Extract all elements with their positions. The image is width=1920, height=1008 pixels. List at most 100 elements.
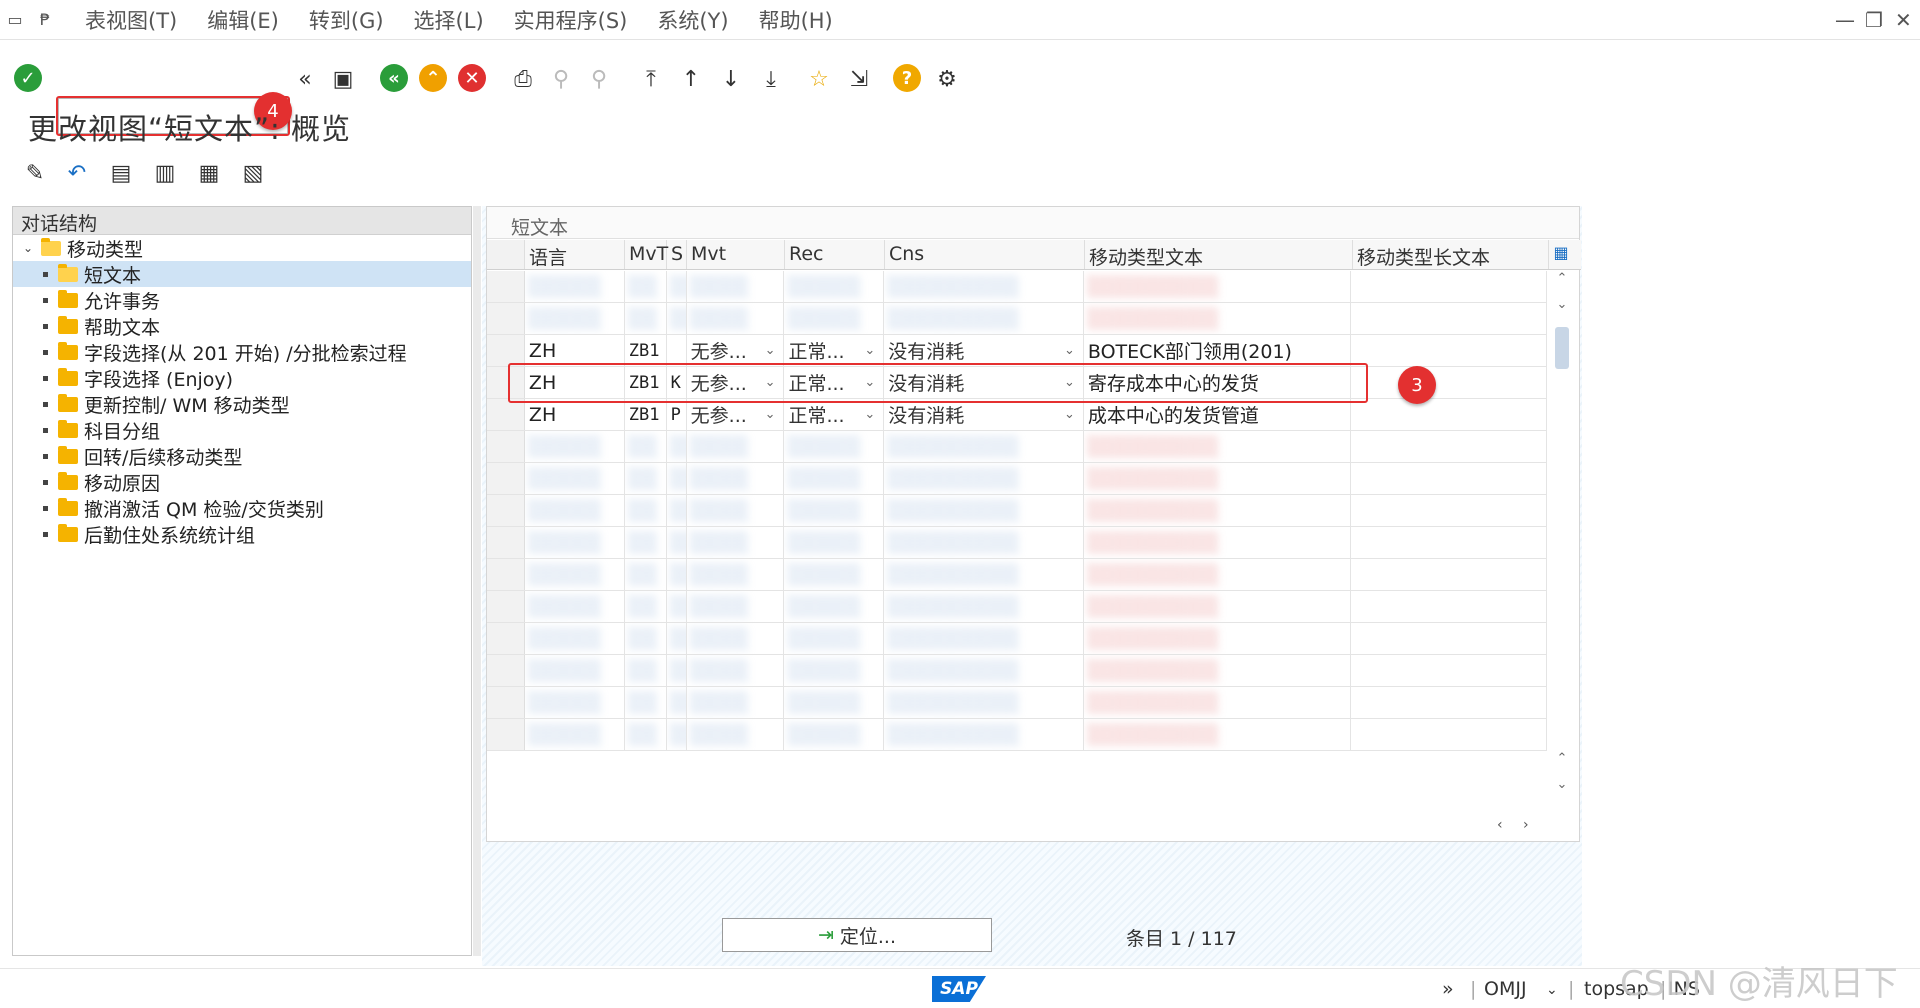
column-header[interactable]: 移动类型长文本 [1353, 240, 1549, 269]
scroll-thumb[interactable] [1555, 327, 1569, 369]
scroll-up-icon[interactable]: ⌃ [1549, 271, 1575, 297]
tree-node[interactable]: 后勤住处系统统计组 [13, 521, 471, 547]
table-row[interactable]: ░░░░░░░░░░░░░░░░░░░░░░░░░░░░░░░░░░░░ [487, 655, 1547, 687]
deselect-all-icon[interactable]: ▧ [238, 158, 268, 188]
column-header[interactable]: MvT [625, 240, 668, 269]
table-row[interactable]: ░░░░░░░░░░░░░░░░░░░░░░░░░░░░░░░░░░░░ [487, 719, 1547, 751]
table-row[interactable]: ░░░░░░░░░░░░░░░░░░░░░░░░░░░░░░░░░░░░ [487, 623, 1547, 655]
dropdown-cell[interactable]: 没有消耗 ⌄ [884, 399, 1084, 430]
find-icon[interactable]: ⚲ [546, 64, 576, 94]
minimize-icon[interactable]: — [1835, 8, 1855, 32]
chevron-down-icon[interactable]: ⌄ [864, 343, 875, 358]
cell-movement-text[interactable]: 成本中心的发货管道 [1084, 399, 1352, 430]
table-row[interactable]: ░░░░░░░░░░░░░░░░░░░░░░░░░░░░░░░░░░░░ [487, 591, 1547, 623]
print-icon[interactable]: ⎙ [508, 64, 538, 94]
table-row[interactable]: ░░░░░░░░░░░░░░░░░░░░░░░░░░░░░░░░░░░░ [487, 559, 1547, 591]
table-row[interactable]: ░░░░░░░░░░░░░░░░░░░░░░░░░░░░░░░░░░░░ [487, 495, 1547, 527]
restore-icon[interactable]: ❐ [1865, 8, 1883, 32]
enter-button[interactable]: ✓ [14, 64, 42, 92]
tree-node[interactable]: 移动原因 [13, 469, 471, 495]
table-row[interactable]: ░░░░░░░░░░░░░░░░░░░░░░░░░░░░░░░░░░░░ [487, 431, 1547, 463]
history-icon[interactable]: « [290, 64, 320, 94]
copy-as-icon[interactable]: ▤ [106, 158, 136, 188]
next-page-icon[interactable]: ↓ [716, 64, 746, 94]
column-header[interactable]: 移动类型文本 [1085, 240, 1353, 269]
row-selector[interactable] [487, 527, 525, 558]
cell-long-text[interactable] [1351, 399, 1547, 430]
row-selector[interactable] [487, 655, 525, 686]
chevron-down-icon[interactable]: ⌄ [1064, 407, 1075, 422]
table-row[interactable]: ZH ZB1 P 无参... ⌄ 正常... ⌄ 没有消耗 ⌄ 成本中心的发货管道 [487, 399, 1547, 431]
chevron-down-icon[interactable]: ⌄ [1064, 343, 1075, 358]
chevron-down-icon[interactable]: ⌄ [765, 343, 776, 358]
tree-node[interactable]: 撤消激活 QM 检验/交货类别 [13, 495, 471, 521]
tree-node[interactable]: 字段选择 (Enjoy) [13, 365, 471, 391]
row-selector[interactable] [487, 271, 525, 302]
row-selector[interactable] [487, 303, 525, 334]
column-header[interactable]: 语言 [525, 240, 625, 269]
row-selector[interactable] [487, 559, 525, 590]
sap-menu-icon[interactable]: ▭ [0, 0, 30, 40]
row-selector[interactable] [487, 591, 525, 622]
row-selector[interactable] [487, 431, 525, 462]
horizontal-scrollbar[interactable]: ‹ › [1047, 815, 1567, 837]
column-header[interactable]: Rec [785, 240, 885, 269]
tree-node[interactable]: 科目分组 [13, 417, 471, 443]
tree-node[interactable]: 短文本 [13, 261, 471, 287]
dropdown-cell[interactable]: 无参... ⌄ [687, 335, 785, 366]
scroll-page-up-icon[interactable]: ⌃ [1549, 751, 1575, 766]
select-all-icon[interactable]: ▦ [194, 158, 224, 188]
first-page-icon[interactable]: ⤒ [636, 64, 666, 94]
exit-button[interactable]: ⌃ [419, 64, 447, 92]
row-selector[interactable] [487, 335, 525, 366]
row-selector[interactable] [487, 463, 525, 494]
tree-node[interactable]: 允许事务 [13, 287, 471, 313]
column-header[interactable]: Mvt [687, 240, 785, 269]
help-button[interactable]: ? [893, 64, 921, 92]
row-selector[interactable] [487, 495, 525, 526]
tree-node[interactable]: 帮助文本 [13, 313, 471, 339]
table-settings-icon[interactable]: ▦ [1549, 240, 1573, 269]
cell-long-text[interactable] [1351, 367, 1547, 398]
shortcut-icon[interactable]: ⇲ [844, 64, 874, 94]
create-session-icon[interactable]: ☆ [804, 64, 834, 94]
tree-node[interactable]: ⌄ 移动类型 [13, 235, 471, 261]
table-row[interactable]: ░░░░░░░░░░░░░░░░░░░░░░░░░░░░░░░░░░░░ [487, 271, 1547, 303]
chevron-down-icon[interactable]: ⌄ [864, 407, 875, 422]
scroll-page-down-icon[interactable]: ⌄ [1549, 777, 1575, 792]
last-page-icon[interactable]: ⤓ [756, 64, 786, 94]
menu-item[interactable]: 选择(L) [399, 5, 499, 35]
dropdown-cell[interactable]: 正常... ⌄ [784, 335, 885, 366]
settings-gear-icon[interactable]: ⚙ [932, 64, 962, 94]
menu-item[interactable]: 实用程序(S) [499, 5, 643, 35]
locate-button[interactable]: ⇥ 定位... [722, 918, 992, 952]
tcode-dropdown-icon[interactable]: ⌄ [1546, 982, 1558, 998]
row-selector[interactable] [487, 623, 525, 654]
table-row[interactable]: ░░░░░░░░░░░░░░░░░░░░░░░░░░░░░░░░░░░░ [487, 463, 1547, 495]
menu-item[interactable]: 编辑(E) [192, 5, 294, 35]
menu-item[interactable]: 表视图(T) [70, 5, 192, 35]
save-icon[interactable]: ▣ [328, 64, 358, 94]
tree-node[interactable]: 更新控制/ WM 移动类型 [13, 391, 471, 417]
dropdown-cell[interactable]: 正常... ⌄ [784, 399, 885, 430]
previous-page-icon[interactable]: ↑ [676, 64, 706, 94]
tree-node[interactable]: 回转/后续移动类型 [13, 443, 471, 469]
tree-node[interactable]: 字段选择(从 201 开始) /分批检索过程 [13, 339, 471, 365]
cell-long-text[interactable] [1351, 335, 1547, 366]
delete-icon[interactable]: ▥ [150, 158, 180, 188]
column-header[interactable]: Cns [885, 240, 1085, 269]
menu-item[interactable]: 帮助(H) [744, 5, 848, 35]
row-selector[interactable] [487, 399, 525, 430]
panel-splitter[interactable] [473, 206, 481, 956]
chevron-down-icon[interactable]: ⌄ [765, 407, 776, 422]
scroll-left-icon[interactable]: ‹ [1497, 817, 1503, 833]
table-row[interactable]: ░░░░░░░░░░░░░░░░░░░░░░░░░░░░░░░░░░░░ [487, 687, 1547, 719]
vertical-scrollbar[interactable]: ⌃ ⌄ ⌃ ⌄ [1549, 271, 1575, 811]
column-header[interactable]: S [667, 240, 687, 269]
table-row[interactable]: ░░░░░░░░░░░░░░░░░░░░░░░░░░░░░░░░░░░░ [487, 527, 1547, 559]
row-selector[interactable] [487, 719, 525, 750]
row-selector[interactable] [487, 687, 525, 718]
find-next-icon[interactable]: ⚲ [584, 64, 614, 94]
cell-movement-text[interactable]: BOTECK部门领用(201) [1084, 335, 1352, 366]
dropdown-cell[interactable]: 没有消耗 ⌄ [884, 335, 1084, 366]
